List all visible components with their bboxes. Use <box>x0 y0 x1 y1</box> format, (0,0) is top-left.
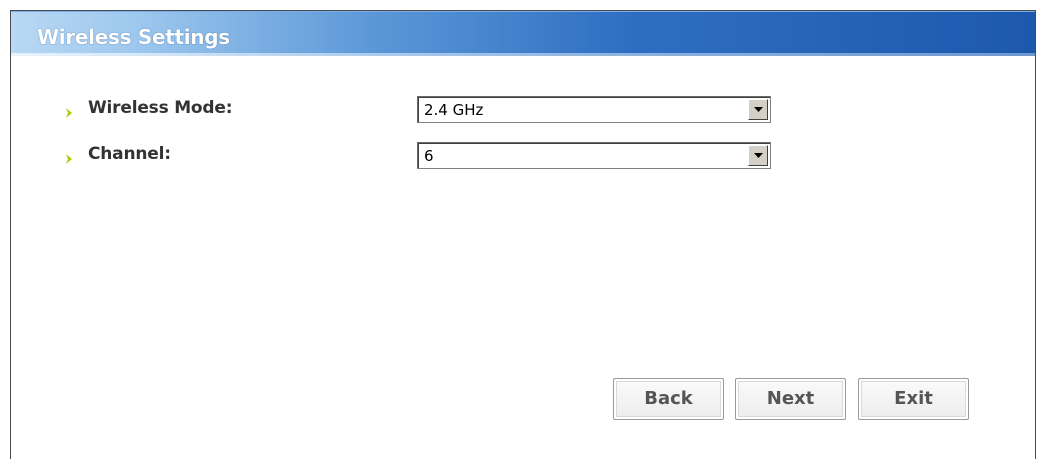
exit-button[interactable]: Exit <box>858 378 969 420</box>
wireless-mode-row: Wireless Mode: 2.4 GHz <box>64 96 784 124</box>
channel-value: 6 <box>424 147 434 165</box>
wireless-mode-select[interactable]: 2.4 GHz <box>417 96 771 123</box>
back-button[interactable]: Back <box>613 378 724 420</box>
channel-label: Channel: <box>88 144 171 164</box>
caret-down-icon[interactable] <box>748 145 768 166</box>
next-button[interactable]: Next <box>735 378 846 420</box>
chevron-right-icon <box>64 104 76 118</box>
caret-down-icon[interactable] <box>748 99 768 120</box>
page-title: Wireless Settings <box>37 25 230 49</box>
wireless-mode-label: Wireless Mode: <box>88 98 233 118</box>
title-bar: Wireless Settings <box>11 11 1035 56</box>
chevron-right-icon <box>64 150 76 164</box>
wireless-mode-value: 2.4 GHz <box>424 101 484 119</box>
channel-row: Channel: 6 <box>64 142 784 170</box>
channel-select[interactable]: 6 <box>417 142 771 169</box>
